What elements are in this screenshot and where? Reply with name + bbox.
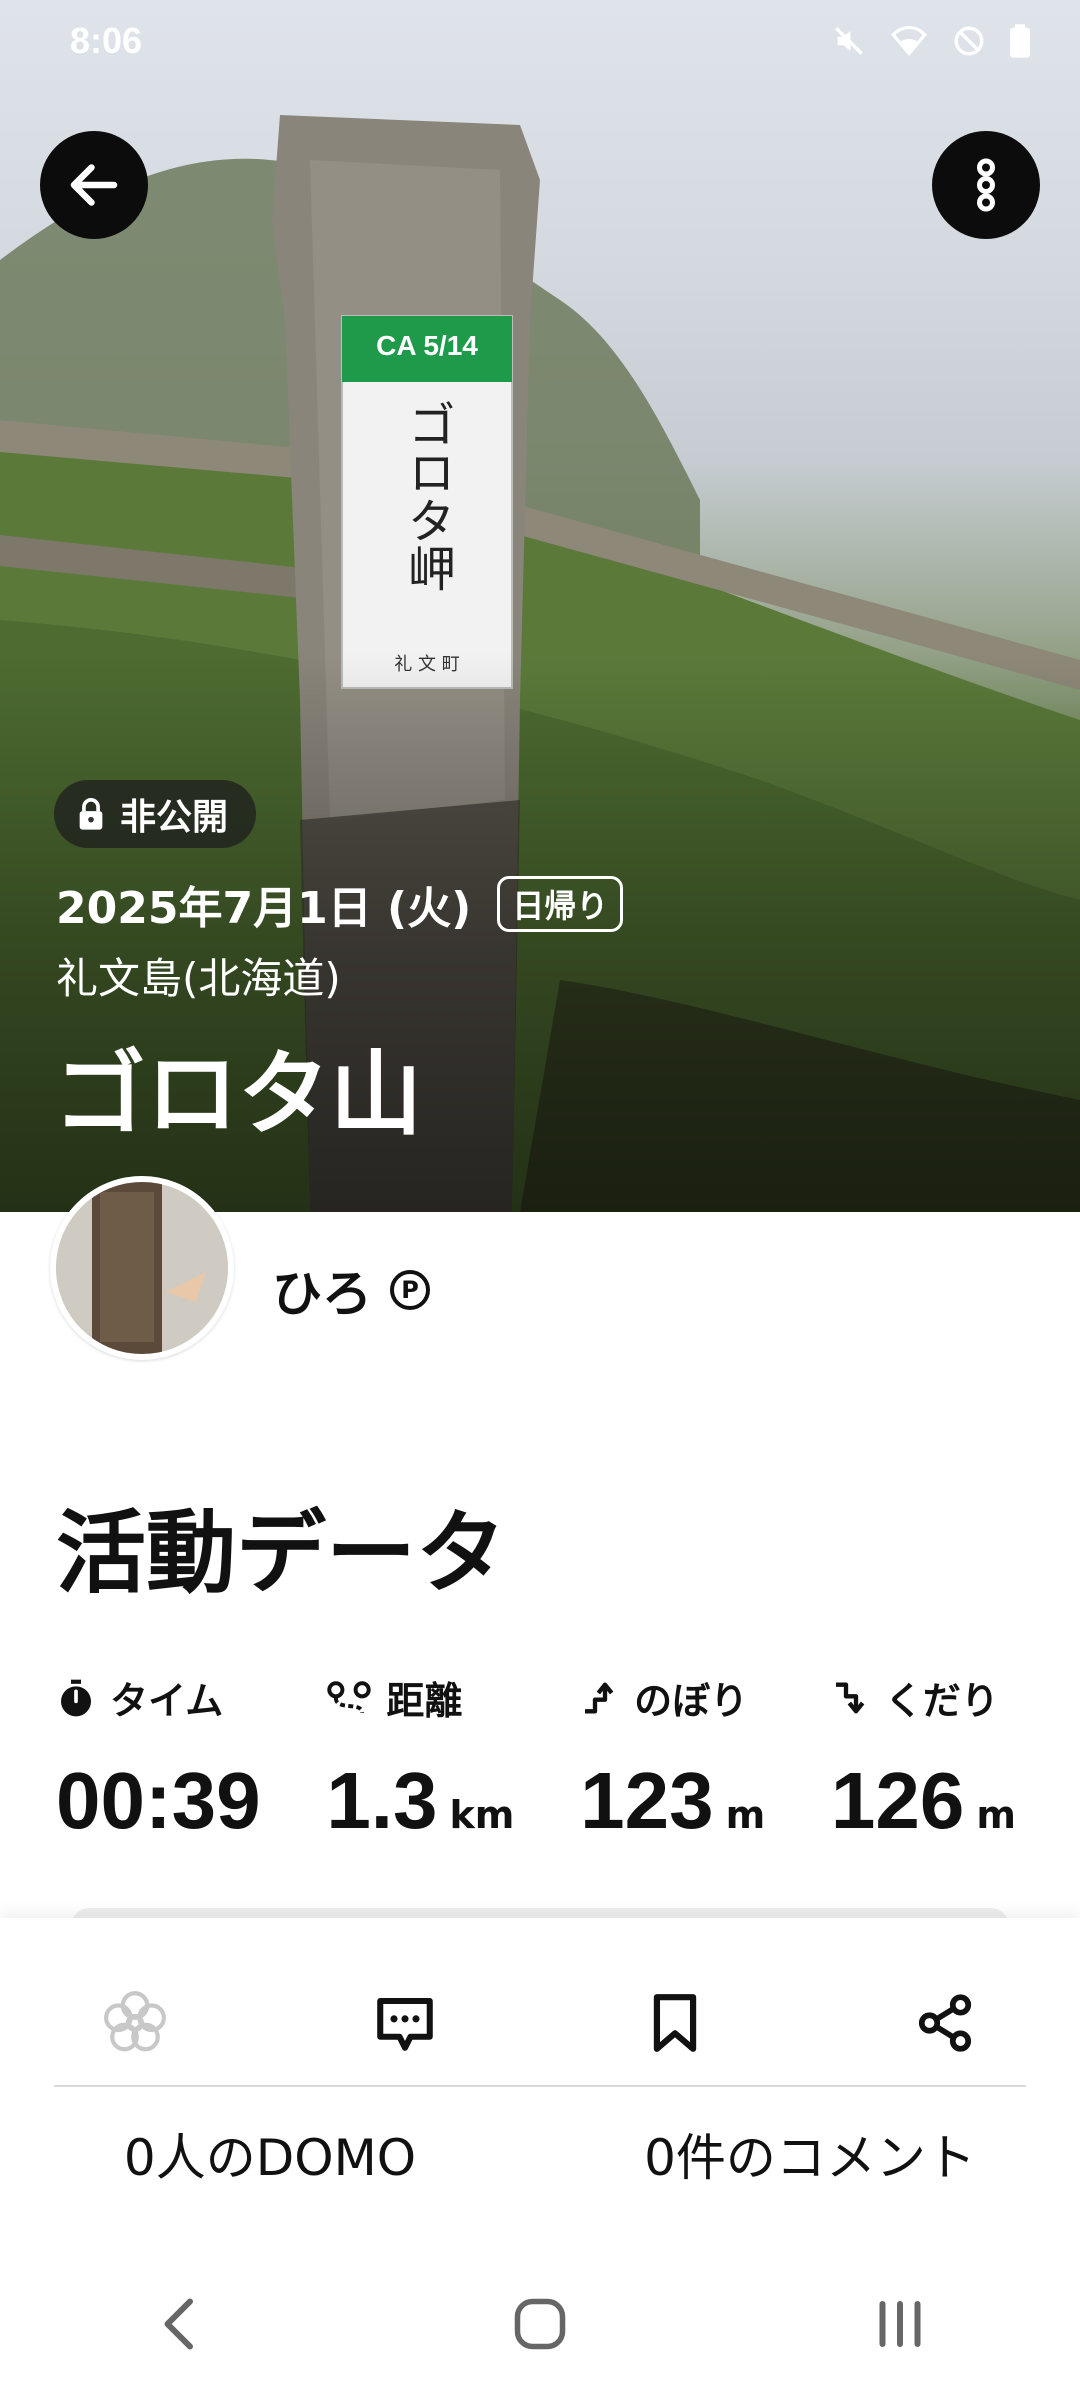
trip-type-tag: 日帰り (497, 876, 624, 932)
system-nav-bar (0, 2248, 1080, 2400)
stat-unit: m (725, 1793, 766, 1837)
bookmark-icon (653, 1994, 697, 2052)
privacy-label: 非公開 (120, 797, 229, 838)
activity-stats: タイム 00:39 距離 1.3 km のぼり 123 m くだり 126 m (56, 1670, 1016, 1847)
stat-unit: m (976, 1793, 1016, 1837)
user-name[interactable]: ひろ (272, 1254, 372, 1326)
comment-count[interactable]: 0件のコメント (540, 2118, 1080, 2190)
stat-time: タイム 00:39 (56, 1670, 261, 1847)
stat-descent: くだり 126 m (831, 1670, 1016, 1847)
comment-icon (377, 1997, 433, 2051)
sign-town: 礼 文 町 (394, 654, 460, 675)
wifi-icon (890, 24, 928, 66)
more-vertical-icon (976, 158, 995, 212)
nav-back-icon (164, 2298, 193, 2350)
stat-label: 距離 (386, 1679, 463, 1723)
status-icons (832, 24, 1030, 66)
sign-code: CA 5/14 (376, 330, 478, 361)
action-bar: 0人のDOMO 0件のコメント (0, 1918, 1080, 2248)
domo-button[interactable] (80, 1978, 190, 2068)
stat-value: 123 (580, 1756, 714, 1845)
no-sim-icon (952, 24, 986, 66)
nav-recents-button[interactable] (840, 2274, 960, 2374)
hero-photo: CA 5/14 ゴロタ岬 礼 文 町 8:06 非公開 2025年7月1日 (火… (0, 0, 1080, 1212)
nav-home-icon (514, 2298, 566, 2350)
stat-label: くだり (884, 1679, 999, 1723)
share-button[interactable] (890, 1978, 1000, 2068)
avatar-image (56, 1182, 228, 1354)
stat-unit: km (449, 1793, 515, 1837)
stat-label: タイム (110, 1679, 224, 1723)
battery-icon (1010, 24, 1030, 66)
stat-value: 1.3 (326, 1756, 438, 1845)
divider (54, 2085, 1026, 2087)
comment-button[interactable] (350, 1978, 460, 2068)
action-buttons (0, 1978, 1080, 2068)
arrow-left-icon (70, 164, 118, 206)
domo-count[interactable]: 0人のDOMO (0, 2118, 540, 2190)
route-icon (327, 1680, 371, 1713)
mute-icon (832, 24, 866, 66)
activity-date: 2025年7月1日 (火) (56, 883, 472, 934)
privacy-badge: 非公開 (54, 780, 257, 848)
stopwatch-icon (61, 1679, 91, 1716)
stat-value: 00:39 (56, 1756, 261, 1845)
back-button[interactable] (40, 131, 148, 239)
lock-icon (79, 798, 103, 830)
stat-ascent: のぼり 123 m (580, 1670, 765, 1847)
status-time: 8:06 (70, 20, 143, 61)
descent-icon (835, 1682, 865, 1713)
ascent-icon (585, 1682, 614, 1713)
domo-flower-icon (104, 1991, 166, 2052)
activity-data-title: 活動データ (56, 1501, 506, 1606)
premium-badge: P (390, 1270, 430, 1310)
stat-label: のぼり (634, 1679, 749, 1723)
location-text: 礼文島(北海道) (56, 954, 341, 1003)
avatar[interactable] (50, 1176, 234, 1360)
more-options-button[interactable] (932, 131, 1040, 239)
user-row[interactable]: ひろ P (272, 1254, 430, 1326)
nav-back-button[interactable] (120, 2274, 240, 2374)
nav-home-button[interactable] (480, 2274, 600, 2374)
status-bar: 8:06 (0, 0, 1080, 84)
mountain-name: ゴロタ山 (54, 1041, 423, 1148)
stat-value: 126 (830, 1756, 965, 1845)
reaction-counts: 0人のDOMO 0件のコメント (0, 2118, 1080, 2190)
nav-recents-icon (879, 2301, 921, 2347)
date-row: 2025年7月1日 (火) 日帰り (56, 872, 624, 936)
share-icon (918, 1994, 972, 2052)
sign-name: ゴロタ岬 (399, 400, 455, 592)
bookmark-button[interactable] (620, 1978, 730, 2068)
stat-distance: 距離 1.3 km (326, 1670, 514, 1847)
